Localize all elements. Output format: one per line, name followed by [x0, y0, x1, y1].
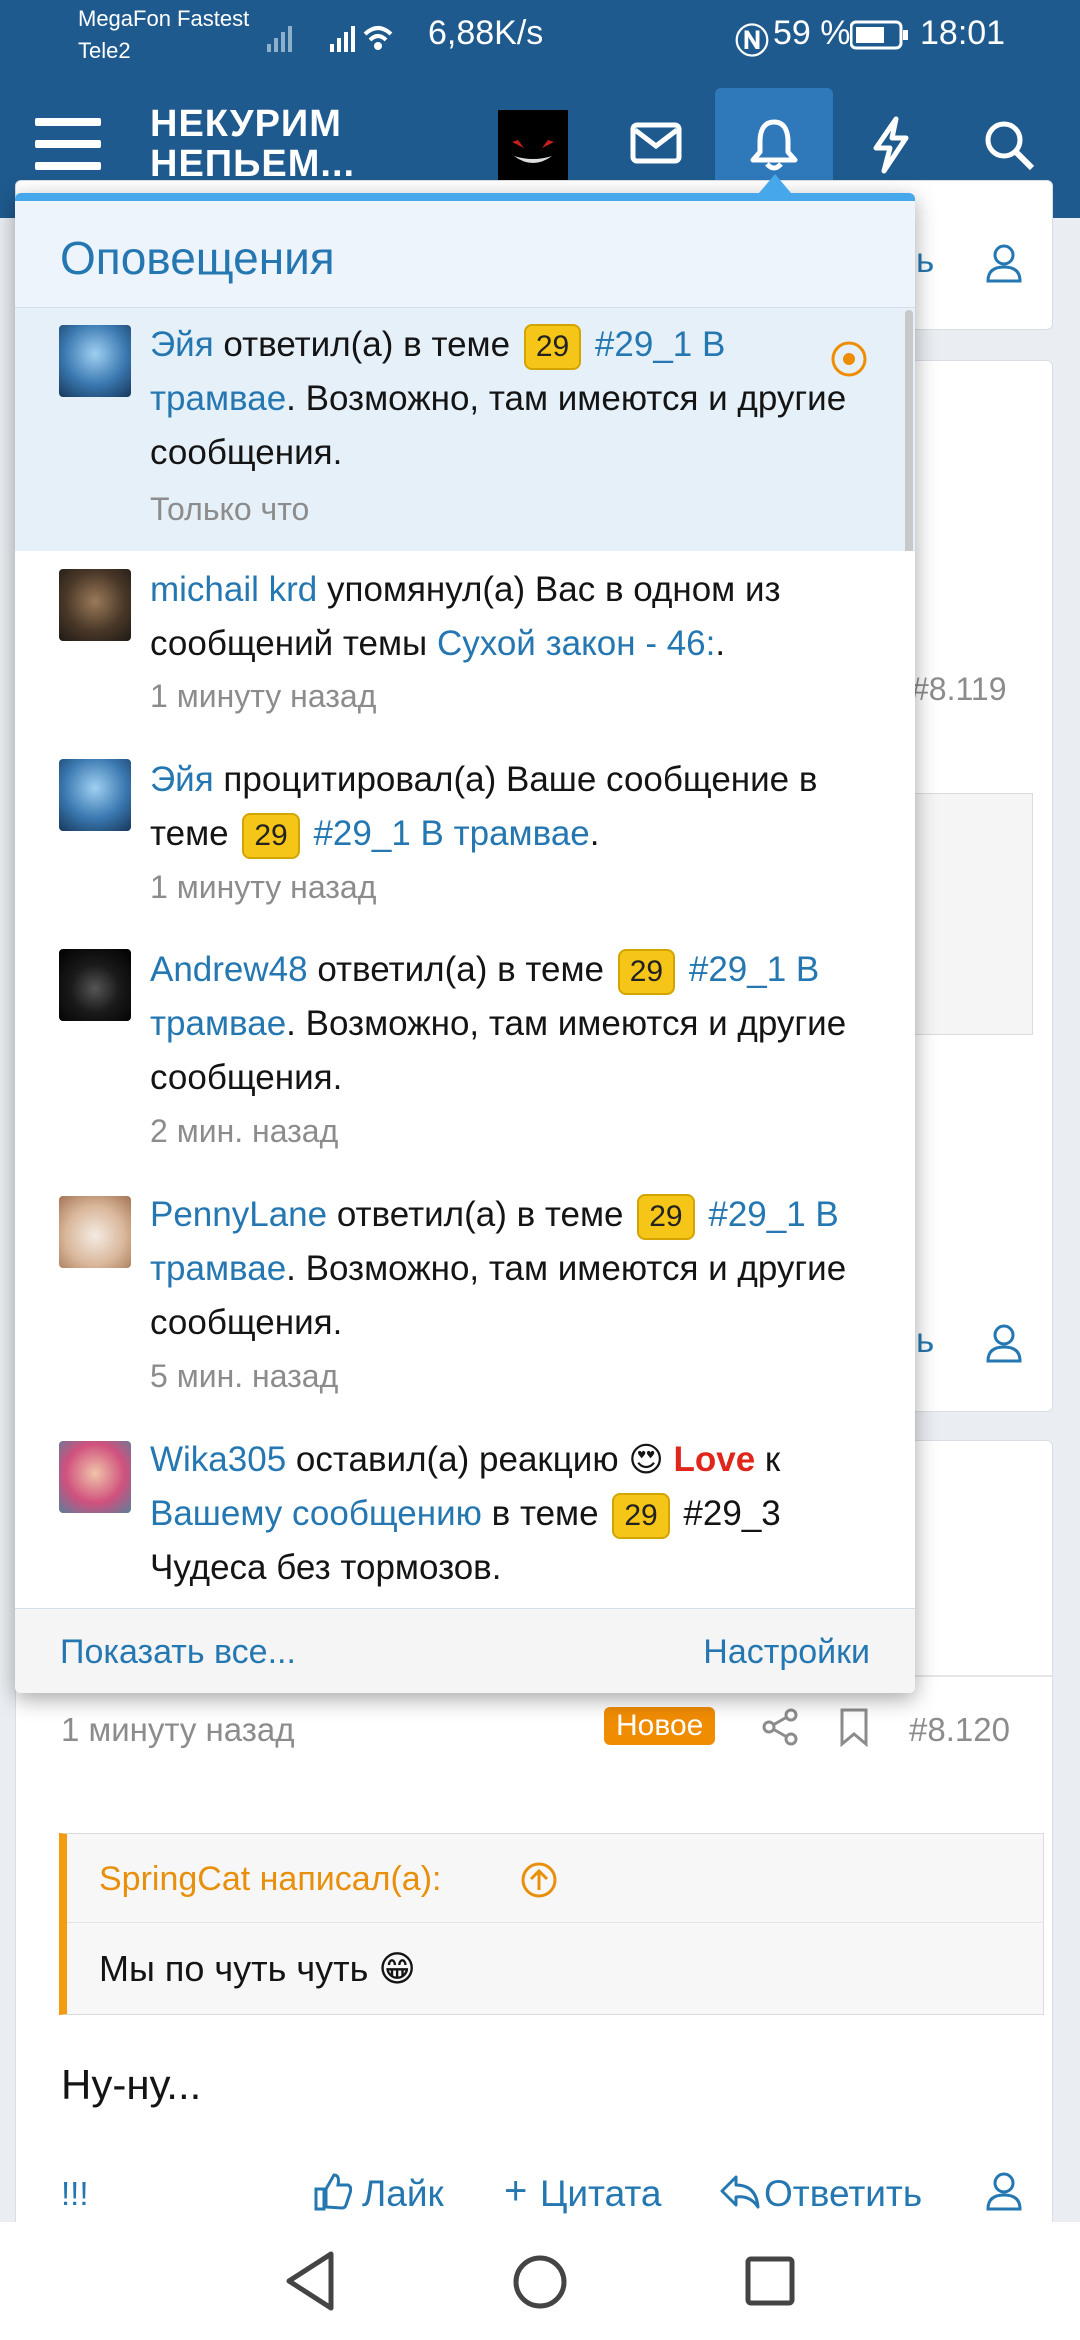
post-link[interactable]: Вашему сообщению — [150, 1494, 482, 1533]
popup-header: Оповещения — [15, 201, 915, 308]
thread-prefix-tag: 29 — [612, 1492, 670, 1539]
notification-time: 1 минуту назад — [150, 869, 377, 905]
love-emoji-icon: 😍 — [628, 1441, 664, 1479]
logo-line-2: НЕПЬЕМ... — [150, 143, 356, 185]
thread-prefix-tag: 29 — [523, 323, 582, 370]
username-link[interactable]: Эйя — [150, 325, 214, 364]
notification-item[interactable]: Andrew48 ответил(а) в теме 29 #29_1 В тр… — [15, 933, 915, 1179]
unread-indicator-icon[interactable] — [828, 338, 870, 380]
bookmark-icon[interactable] — [836, 1707, 872, 1747]
thread-link[interactable]: Сухой закон - 46: — [437, 624, 715, 663]
scrollbar[interactable] — [905, 310, 913, 580]
avatar[interactable] — [59, 1441, 131, 1513]
reply-icon[interactable] — [718, 2173, 760, 2211]
whats-new-icon[interactable] — [868, 116, 914, 174]
username-link[interactable]: Эйя — [150, 760, 214, 799]
popup-title: Оповещения — [60, 232, 335, 284]
inbox-icon[interactable] — [630, 122, 682, 166]
expand-quote-icon[interactable] — [519, 1860, 559, 1900]
bell-icon — [750, 119, 798, 171]
site-logo[interactable]: НЕКУРИМ НЕПЬЕМ... — [150, 104, 355, 184]
battery-percent: 59 % — [773, 14, 851, 52]
new-badge: Новое — [604, 1707, 716, 1745]
settings-link[interactable]: Настройки — [703, 1633, 870, 1672]
carrier-2: Tele2 — [78, 38, 131, 63]
share-icon[interactable] — [761, 1707, 801, 1747]
user-icon[interactable] — [984, 2171, 1024, 2211]
reply-link-partial[interactable]: ь — [916, 1321, 934, 1361]
network-speed: 6,88K/s — [428, 14, 544, 52]
avatar[interactable] — [59, 949, 131, 1021]
home-icon[interactable] — [512, 2254, 568, 2310]
search-icon[interactable] — [982, 118, 1036, 172]
notification-item[interactable]: michail krd упомянул(а) Вас в одном из с… — [15, 551, 915, 742]
post-text: Ну-ну... — [61, 2061, 202, 2108]
popup-arrow — [759, 174, 791, 193]
notification-time: 1 минуту назад — [150, 678, 377, 714]
post-time[interactable]: 1 минуту назад — [61, 1711, 294, 1749]
notification-time: 2 мин. назад — [150, 1113, 339, 1149]
reply-button[interactable]: Ответить — [764, 2173, 922, 2215]
back-icon[interactable] — [283, 2250, 337, 2312]
avatar[interactable] — [59, 569, 131, 641]
username-link[interactable]: PennyLane — [150, 1195, 327, 1234]
user-icon[interactable] — [984, 1323, 1024, 1363]
username-link[interactable]: Wika305 — [150, 1440, 286, 1479]
post-number[interactable]: #8.119 — [911, 671, 1007, 708]
avatar[interactable] — [59, 759, 131, 831]
user-avatar[interactable] — [498, 110, 568, 180]
signal-wifi-icon — [267, 26, 393, 52]
notification-item[interactable]: Эйя процитировал(а) Ваше сообщение в тем… — [15, 741, 915, 934]
like-icon[interactable] — [312, 2171, 352, 2211]
notification-time: 5 мин. назад — [150, 1358, 339, 1394]
reaction-link[interactable]: !!! — [61, 2175, 89, 2213]
recents-icon[interactable] — [745, 2256, 795, 2306]
notification-item[interactable]: Wika305 оставил(а) реакцию 😍 Love к Ваше… — [15, 1423, 915, 1608]
carrier-1: MegaFon Fastest — [78, 6, 250, 31]
user-icon[interactable] — [984, 243, 1024, 283]
reply-link-partial[interactable]: ь — [916, 241, 934, 281]
menu-icon[interactable] — [35, 118, 101, 174]
popup-footer: Показать все... Настройки — [15, 1608, 915, 1693]
quote-author[interactable]: SpringCat написал(а): — [99, 1860, 441, 1899]
avatar[interactable] — [59, 1196, 131, 1268]
quote-button[interactable]: Цитата — [540, 2173, 661, 2215]
show-all-link[interactable]: Показать все... — [60, 1633, 296, 1672]
nfc-icon: Ⓝ — [735, 23, 769, 61]
thread-prefix-tag: 29 — [637, 1193, 695, 1240]
avatar[interactable] — [59, 325, 131, 397]
plus-icon[interactable]: + — [504, 2169, 527, 2214]
alerts-popup: Оповещения Эйя ответил(а) в теме 29 #29_… — [15, 193, 915, 1693]
post-number[interactable]: #8.120 — [909, 1711, 1010, 1749]
battery-icon — [850, 20, 908, 50]
username-link[interactable]: Andrew48 — [150, 950, 308, 989]
thread-prefix-tag: 29 — [242, 812, 300, 859]
logo-line-1: НЕКУРИМ — [150, 103, 342, 145]
notification-item[interactable]: Эйя ответил(а) в теме 29 #29_1 В трамвае… — [15, 308, 915, 580]
notification-item[interactable]: PennyLane ответил(а) в теме 29 #29_1 В т… — [15, 1178, 915, 1424]
thread-prefix-tag: 29 — [617, 948, 676, 995]
like-button[interactable]: Лайк — [362, 2173, 444, 2215]
reaction-name: Love — [673, 1440, 756, 1479]
notification-time: Только что — [150, 491, 310, 527]
system-nav-bar — [0, 2222, 1080, 2340]
username-link[interactable]: michail krd — [150, 570, 317, 609]
clock: 18:01 — [920, 14, 1006, 52]
thread-link[interactable]: #29_1 В трамвае — [313, 814, 589, 853]
quote-block: SpringCat написал(а): Мы по чуть чуть 😁 — [59, 1833, 1044, 2015]
quote-text: Мы по чуть чуть 😁 — [99, 1948, 416, 1989]
